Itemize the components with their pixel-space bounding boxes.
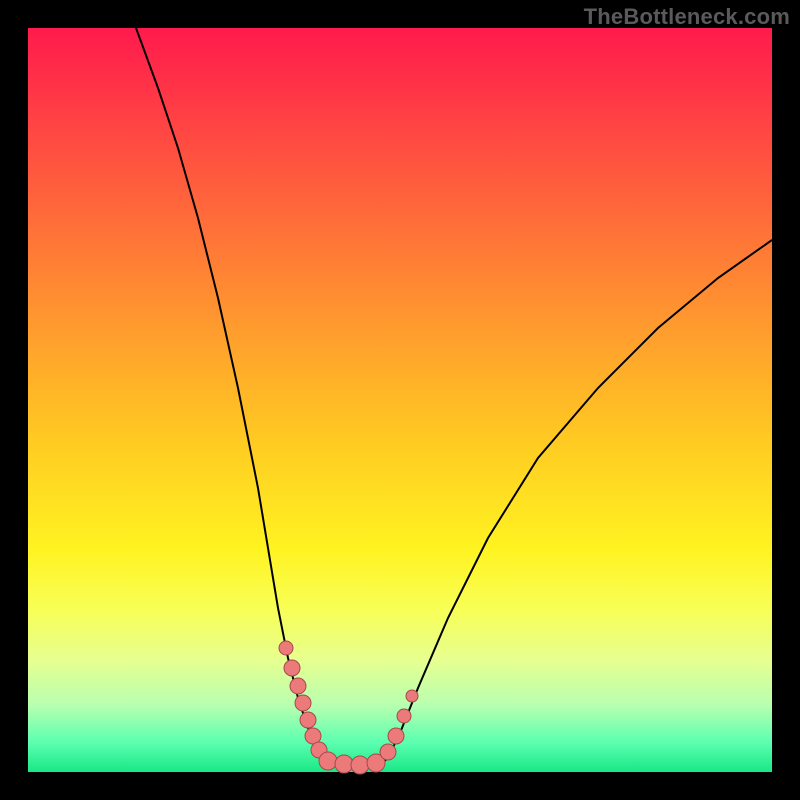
bead: [351, 756, 369, 774]
bead: [319, 752, 337, 770]
plot-area: [28, 28, 772, 772]
bead: [397, 709, 411, 723]
curve-layer: [28, 28, 772, 772]
curve-right: [386, 240, 772, 760]
bead: [388, 728, 404, 744]
bead: [284, 660, 300, 676]
watermark-text: TheBottleneck.com: [584, 4, 790, 30]
bead: [300, 712, 316, 728]
bead: [295, 695, 311, 711]
bead: [335, 755, 353, 773]
bead: [290, 678, 306, 694]
bead: [380, 744, 396, 760]
bead: [406, 690, 418, 702]
chart-frame: TheBottleneck.com: [0, 0, 800, 800]
curve-left: [136, 28, 324, 760]
bead: [279, 641, 293, 655]
beads-group: [279, 641, 418, 774]
